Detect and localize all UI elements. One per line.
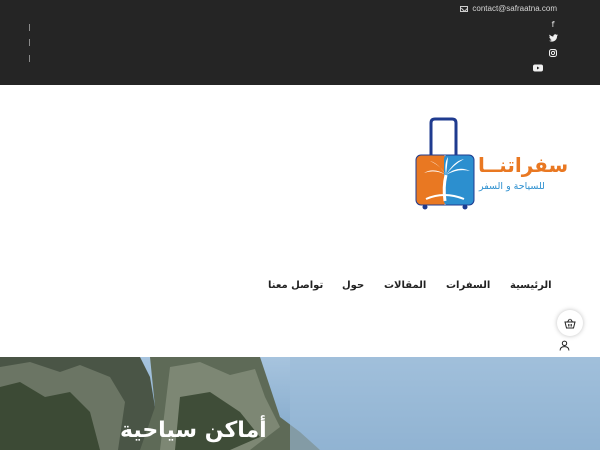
topbar-divider: [29, 24, 30, 31]
nav-item-home[interactable]: الرئيسية: [510, 280, 552, 294]
topbar-divider: [29, 55, 30, 62]
mail-icon: [460, 5, 469, 12]
youtube-icon[interactable]: [530, 64, 546, 76]
facebook-icon[interactable]: f: [545, 19, 561, 31]
hero-heading: أماكن سياحية: [120, 418, 267, 443]
nav-item-about[interactable]: حول: [342, 280, 364, 294]
hero-image: [0, 357, 600, 450]
top-bar: contact@safraatna.com f: [0, 0, 600, 85]
contact-email-text[interactable]: contact@safraatna.com: [472, 4, 557, 13]
brand-name: سفراتنــا: [478, 153, 569, 177]
basket-icon: [564, 318, 576, 328]
user-icon: [559, 340, 569, 350]
hero-banner: [0, 357, 600, 450]
cart-button[interactable]: [557, 310, 583, 336]
nav-item-trips[interactable]: السفرات: [446, 280, 490, 294]
twitter-icon[interactable]: [545, 34, 561, 46]
brand-tagline: للسياحة و السفر: [479, 181, 545, 192]
instagram-icon[interactable]: [545, 49, 561, 61]
account-button[interactable]: [556, 337, 572, 353]
topbar-divider: [29, 39, 30, 46]
contact-email[interactable]: contact@safraatna.com: [460, 4, 557, 13]
nav-item-articles[interactable]: المقالات: [384, 280, 426, 294]
nav-item-contact[interactable]: تواصل معنا: [268, 280, 323, 294]
